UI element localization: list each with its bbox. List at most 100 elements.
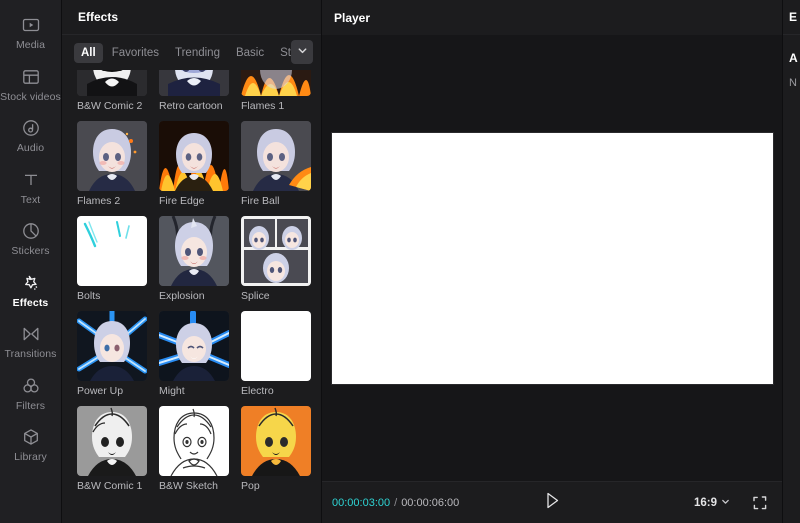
effect-label: Bolts [77, 290, 101, 302]
effect-label: Flames 1 [241, 100, 285, 112]
effect-item[interactable]: Fire Ball [241, 121, 311, 208]
effect-thumbnail [241, 216, 311, 286]
sidebar-item-transitions[interactable]: Transitions [0, 315, 62, 367]
effect-thumbnail [77, 311, 147, 381]
current-time: 00:00:03:00 [332, 496, 391, 509]
player-controls-bar: 00:00:03:00 / 00:00:06:00 16:9 [322, 481, 782, 523]
media-icon [21, 15, 41, 35]
effect-item[interactable]: Power Up [77, 311, 147, 398]
text-icon [21, 170, 41, 190]
effect-thumbnail [159, 121, 229, 191]
sidebar-item-stickers[interactable]: Stickers [0, 212, 62, 264]
panel-title: Effects [78, 10, 119, 24]
tab-label: Trending [175, 46, 220, 59]
effect-item[interactable]: Fire Edge [159, 121, 229, 208]
sidebar-item-label: Transitions [4, 348, 57, 360]
effect-thumbnail [159, 70, 229, 96]
fullscreen-button[interactable] [752, 495, 768, 511]
effect-thumbnail [77, 406, 147, 476]
tab-label: All [81, 46, 96, 59]
tab-favorites[interactable]: Favorites [105, 43, 166, 63]
play-button[interactable] [540, 491, 564, 515]
sidebar-item-label: Media [15, 39, 46, 51]
player-title: Player [334, 10, 371, 25]
effect-item[interactable]: Electro [241, 311, 311, 398]
audio-icon [21, 118, 41, 138]
effect-thumbnail [241, 311, 311, 381]
sidebar-item-filters[interactable]: Filters [0, 367, 62, 419]
effect-item[interactable]: B&W Comic 2 [77, 70, 147, 113]
filters-icon [21, 376, 41, 396]
time-separator: / [394, 496, 398, 509]
stickers-icon [21, 221, 41, 241]
tab-label: Favorites [111, 46, 159, 59]
effect-thumbnail [241, 406, 311, 476]
aspect-ratio-label: 16:9 [693, 496, 717, 509]
effect-label: Fire Edge [159, 195, 205, 207]
effect-thumbnail [241, 70, 311, 96]
effect-thumbnail [241, 121, 311, 191]
effects-panel-header: Effects [62, 0, 321, 35]
effect-item[interactable]: B&W Comic 1 [77, 406, 147, 493]
player-canvas[interactable] [331, 132, 773, 384]
sidebar-item-label: Stickers [11, 245, 50, 257]
effects-grid-scroll[interactable]: B&W Comic 2 Retro cartoon Flames 1 Flame… [62, 70, 321, 523]
player-right-controls: 16:9 [694, 495, 768, 511]
effect-label: B&W Sketch [159, 480, 218, 492]
transitions-icon [21, 324, 41, 344]
sidebar-item-effects[interactable]: Effects [0, 264, 62, 316]
fullscreen-icon [752, 495, 768, 515]
chevron-down-icon [721, 497, 730, 509]
player-stage [322, 35, 782, 481]
right-panel-row-label: N [789, 77, 797, 89]
effect-item[interactable]: Splice [241, 216, 311, 303]
player-panel: Player 00:00:03:00 / 00:00:06:00 16:9 [322, 0, 783, 523]
aspect-ratio-button[interactable]: 16:9 [694, 497, 730, 509]
effects-icon [21, 273, 41, 293]
effect-item[interactable]: Pop [241, 406, 311, 493]
effect-label: Pop [241, 480, 260, 492]
effect-label: Splice [241, 290, 270, 302]
sidebar-item-media[interactable]: Media [0, 6, 62, 58]
play-icon [545, 492, 560, 514]
player-header: Player [322, 0, 782, 35]
tab-all[interactable]: All [74, 42, 103, 63]
tab-basic[interactable]: Basic [229, 43, 271, 63]
sidebar-item-label: Library [14, 451, 47, 463]
effect-thumbnail [159, 406, 229, 476]
sidebar-item-audio[interactable]: Audio [0, 109, 62, 161]
effect-label: Might [159, 385, 185, 397]
sidebar-item-label: Text [20, 193, 41, 206]
effect-label: Electro [241, 385, 274, 397]
effect-item[interactable]: Retro cartoon [159, 70, 229, 113]
sidebar-item-stock-videos[interactable]: Stock videos [0, 58, 62, 110]
effect-label: Explosion [159, 290, 205, 302]
stock-videos-icon [21, 67, 41, 87]
effect-item[interactable]: Bolts [77, 216, 147, 303]
effect-thumbnail [77, 121, 147, 191]
right-panel-header: E [783, 0, 800, 35]
sidebar-item-library[interactable]: Library [0, 418, 62, 470]
effect-label: Power Up [77, 385, 124, 397]
effect-label: B&W Comic 2 [77, 100, 143, 112]
sidebar-item-label: Effects [12, 296, 49, 309]
effect-item[interactable]: B&W Sketch [159, 406, 229, 493]
timecode-display: 00:00:03:00 / 00:00:06:00 [332, 497, 459, 509]
sidebar-item-text[interactable]: Text [0, 161, 62, 213]
tab-label: Basic [235, 46, 265, 59]
effect-item[interactable]: Explosion [159, 216, 229, 303]
right-panel-title: E [789, 10, 798, 24]
tab-trending[interactable]: Trending [168, 43, 227, 63]
more-tabs-button[interactable] [291, 40, 313, 64]
effect-item[interactable]: Flames 2 [77, 121, 147, 208]
effect-item[interactable]: Might [159, 311, 229, 398]
effect-label: Fire Ball [241, 195, 280, 207]
left-sidebar: Media Stock videos Audio Text Stickers E… [0, 0, 62, 523]
effect-thumbnail [159, 216, 229, 286]
sidebar-item-label: Filters [15, 399, 46, 412]
library-icon [21, 427, 41, 447]
chevron-down-icon [297, 43, 308, 61]
effect-label: Retro cartoon [159, 100, 223, 112]
effect-label: Flames 2 [77, 195, 121, 207]
effect-item[interactable]: Flames 1 [241, 70, 311, 113]
